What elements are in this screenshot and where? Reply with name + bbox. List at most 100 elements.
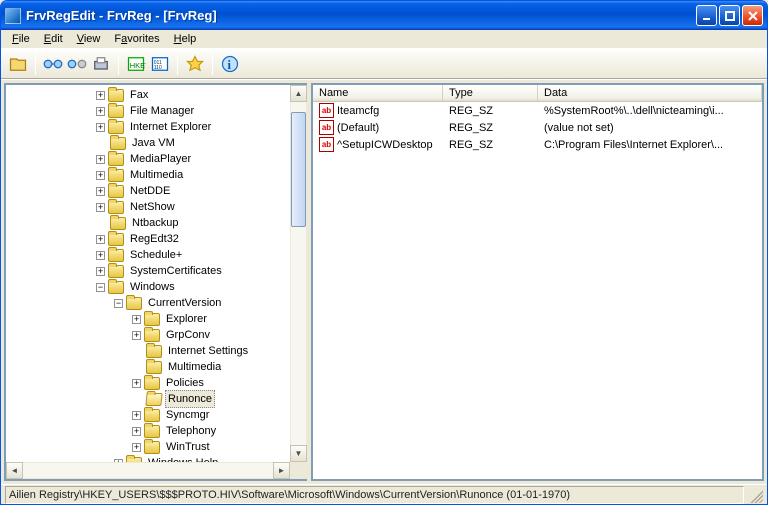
binary-button[interactable]: 011110 [149, 53, 171, 75]
value-type: REG_SZ [443, 105, 538, 117]
folder-icon [108, 265, 124, 278]
about-button[interactable]: i [219, 53, 241, 75]
vertical-scrollbar[interactable]: ▲ ▼ [290, 85, 307, 462]
tree-item[interactable]: Internet Settings [6, 343, 307, 359]
maximize-button[interactable] [719, 5, 740, 26]
expand-icon[interactable]: + [132, 411, 141, 420]
expand-icon[interactable]: + [132, 315, 141, 324]
separator [35, 53, 36, 75]
expand-icon[interactable]: + [96, 155, 105, 164]
folder-icon [144, 425, 160, 438]
print-button[interactable] [90, 53, 112, 75]
value-row[interactable]: abIteamcfgREG_SZ%SystemRoot%\..\dell\nic… [313, 102, 762, 119]
spacer [132, 346, 143, 357]
expand-icon[interactable]: + [96, 123, 105, 132]
expand-icon[interactable]: + [96, 91, 105, 100]
tree-item[interactable]: Ntbackup [6, 215, 307, 231]
scroll-track[interactable] [290, 102, 307, 445]
scroll-right-button[interactable]: ► [273, 462, 290, 479]
tree-item[interactable]: Multimedia [6, 359, 307, 375]
tree-item[interactable]: +Multimedia [6, 167, 307, 183]
spacer [132, 394, 143, 405]
expand-icon[interactable]: + [132, 331, 141, 340]
folder-icon [110, 217, 126, 230]
tree-item[interactable]: +GrpConv [6, 327, 307, 343]
tree-item[interactable]: +Explorer [6, 311, 307, 327]
separator [118, 53, 119, 75]
scroll-up-button[interactable]: ▲ [290, 85, 307, 102]
tree-item[interactable]: +WinTrust [6, 439, 307, 455]
folder-icon [108, 153, 124, 166]
tree-item[interactable]: −CurrentVersion [6, 295, 307, 311]
tree-item[interactable]: +Syncmgr [6, 407, 307, 423]
tree-item[interactable]: +SystemCertificates [6, 263, 307, 279]
col-name[interactable]: Name [313, 85, 443, 101]
collapse-icon[interactable]: − [96, 283, 105, 292]
scroll-left-button[interactable]: ◄ [6, 462, 23, 479]
menu-view[interactable]: View [70, 31, 108, 47]
col-data[interactable]: Data [538, 85, 762, 101]
minimize-button[interactable] [696, 5, 717, 26]
menu-file[interactable]: File [5, 31, 37, 47]
menubar: FileEditViewFavoritesHelp [1, 30, 767, 49]
expand-icon[interactable]: + [96, 235, 105, 244]
tree-item[interactable]: +Policies [6, 375, 307, 391]
horizontal-scrollbar[interactable]: ◄ ► [6, 462, 290, 479]
tree-item[interactable]: +NetDDE [6, 183, 307, 199]
svg-text:i: i [228, 58, 232, 72]
menu-help[interactable]: Help [167, 31, 204, 47]
values-list[interactable]: abIteamcfgREG_SZ%SystemRoot%\..\dell\nic… [313, 102, 762, 479]
tree-item[interactable]: −Windows [6, 279, 307, 295]
expand-icon[interactable]: + [96, 251, 105, 260]
menu-edit[interactable]: Edit [37, 31, 70, 47]
scroll-track-h[interactable] [23, 462, 273, 479]
favorites-button[interactable] [184, 53, 206, 75]
collapse-icon[interactable]: − [114, 299, 123, 308]
value-row[interactable]: ab(Default)REG_SZ(value not set) [313, 119, 762, 136]
expand-icon[interactable]: + [96, 203, 105, 212]
folder-icon [110, 137, 126, 150]
tree-item[interactable]: +Internet Explorer [6, 119, 307, 135]
scroll-down-button[interactable]: ▼ [290, 445, 307, 462]
string-value-icon: ab [319, 137, 334, 152]
expand-icon[interactable]: + [132, 427, 141, 436]
tree-item[interactable]: +MediaPlayer [6, 151, 307, 167]
open-button[interactable] [7, 53, 29, 75]
tree-item[interactable]: +File Manager [6, 103, 307, 119]
folder-icon [146, 345, 162, 358]
tree-item[interactable]: +Telephony [6, 423, 307, 439]
status-text: Ailien Registry\HKEY_USERS\$$$PROTO.HIV\… [5, 486, 744, 504]
close-button[interactable] [742, 5, 763, 26]
folder-icon [108, 201, 124, 214]
expand-icon[interactable]: + [96, 107, 105, 116]
tree-item[interactable]: +Fax [6, 87, 307, 103]
expand-icon[interactable]: + [96, 171, 105, 180]
list-header[interactable]: Name Type Data [313, 85, 762, 102]
registry-tree[interactable]: +Fax+File Manager+Internet ExplorerJava … [6, 85, 307, 473]
spacer [96, 218, 107, 229]
expand-icon[interactable]: + [132, 379, 141, 388]
tree-item[interactable]: Runonce [6, 391, 307, 407]
hkey-button[interactable]: HKEY [125, 53, 147, 75]
scroll-thumb[interactable] [291, 112, 306, 227]
tree-item[interactable]: +RegEdt32 [6, 231, 307, 247]
separator [212, 53, 213, 75]
folder-icon [144, 329, 160, 342]
titlebar[interactable]: FrvRegEdit - FrvReg - [FrvReg] [1, 1, 767, 30]
tree-item[interactable]: +Schedule+ [6, 247, 307, 263]
value-row[interactable]: ab^SetupICWDesktopREG_SZC:\Program Files… [313, 136, 762, 153]
col-type[interactable]: Type [443, 85, 538, 101]
disconnect-button[interactable] [66, 53, 88, 75]
folder-icon [108, 249, 124, 262]
connect-button[interactable] [42, 53, 64, 75]
menu-favorites[interactable]: Favorites [107, 31, 166, 47]
tree-item[interactable]: +NetShow [6, 199, 307, 215]
expand-icon[interactable]: + [96, 267, 105, 276]
expand-icon[interactable]: + [96, 187, 105, 196]
resize-grip[interactable] [747, 487, 763, 503]
folder-icon [126, 297, 142, 310]
tree-item[interactable]: Java VM [6, 135, 307, 151]
expand-icon[interactable]: + [132, 443, 141, 452]
value-type: REG_SZ [443, 122, 538, 134]
spacer [96, 138, 107, 149]
